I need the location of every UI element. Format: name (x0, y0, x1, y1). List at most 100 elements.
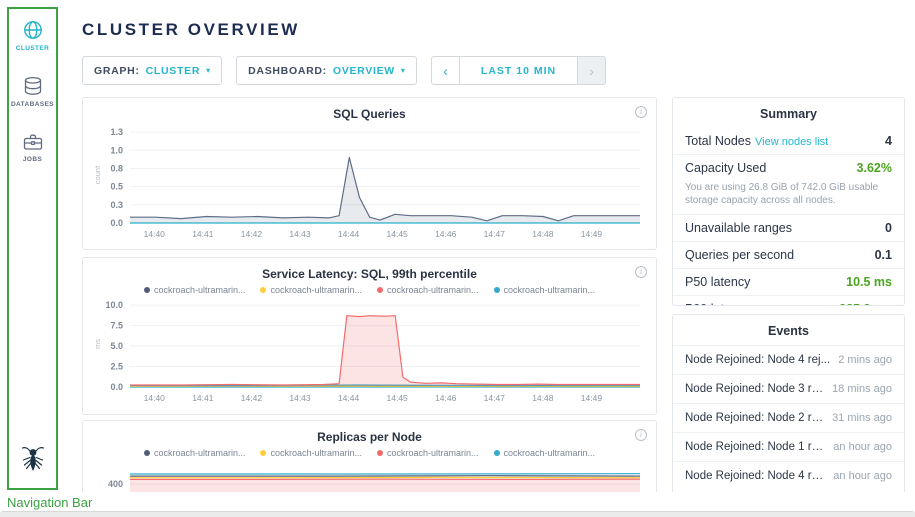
legend-item[interactable]: cockroach-ultramarin... (144, 285, 246, 295)
event-row: Node Rejoined: Node 4 rej... an hour ago (673, 461, 904, 490)
databases-icon (22, 76, 44, 97)
svg-text:400: 400 (107, 479, 122, 489)
graph-dropdown[interactable]: GRAPH: CLUSTER ▾ (82, 56, 222, 85)
replicas-per-node-chart-card: Replicas per Node i cockroach-ultramarin… (82, 420, 657, 492)
svg-text:7.5: 7.5 (110, 321, 123, 331)
event-text[interactable]: Node Rejoined: Node 4 rej... (685, 354, 830, 366)
svg-text:14:45: 14:45 (386, 393, 408, 403)
chart-title: SQL Queries (83, 98, 656, 121)
event-text[interactable]: Node Rejoined: Node 4 rej... (685, 470, 825, 482)
info-icon[interactable]: i (635, 106, 647, 118)
cockroach-icon (20, 444, 46, 473)
legend-dot-icon (260, 450, 266, 456)
svg-text:14:43: 14:43 (289, 393, 311, 403)
event-row: Node Rejoined: Node 3 rej... 18 mins ago (673, 374, 904, 403)
svg-text:0.0: 0.0 (110, 218, 123, 228)
info-icon[interactable]: i (635, 429, 647, 441)
legend-item[interactable]: cockroach-ultramarin... (260, 285, 362, 295)
qps-value: 0.1 (875, 248, 892, 262)
p50-label: P50 latency (685, 275, 750, 289)
svg-text:0.0: 0.0 (110, 382, 123, 392)
chevron-down-icon: ▾ (206, 67, 210, 75)
svg-text:14:40: 14:40 (143, 393, 165, 403)
events-title: Events (673, 315, 904, 345)
chart-legend: cockroach-ultramarin... cockroach-ultrama… (83, 447, 656, 458)
legend-item[interactable]: cockroach-ultramarin... (494, 285, 596, 295)
summary-panel: Summary Total Nodes View nodes list 4 Cap… (672, 97, 905, 306)
capacity-note: You are using 26.8 GiB of 742.0 GiB usab… (673, 181, 904, 214)
cockroachdb-logo[interactable] (20, 444, 46, 478)
time-range-selector: ‹ LAST 10 MIN › (431, 56, 606, 85)
p50-value: 10.5 ms (846, 275, 892, 289)
legend-label: cockroach-ultramarin... (270, 448, 362, 458)
capacity-value: 3.62% (857, 161, 892, 175)
event-text[interactable]: Node Rejoined: Node 3 rej... (685, 383, 824, 395)
svg-text:14:40: 14:40 (143, 229, 165, 239)
event-text[interactable]: Node Rejoined: Node 2 rej... (685, 412, 824, 424)
svg-text:10.0: 10.0 (105, 300, 123, 310)
svg-text:ms: ms (93, 339, 102, 349)
sidebar-item-jobs[interactable]: JOBS (22, 132, 44, 163)
time-range-label[interactable]: LAST 10 MIN (459, 56, 578, 85)
legend-dot-icon (260, 287, 266, 293)
legend-label: cockroach-ultramarin... (387, 448, 479, 458)
page-title: CLUSTER OVERVIEW (82, 20, 300, 40)
legend-dot-icon (144, 450, 150, 456)
summary-row-p99: P99 latency 285.2 ms (673, 295, 904, 306)
svg-text:14:49: 14:49 (580, 393, 602, 403)
events-panel: Events Node Rejoined: Node 4 rej... 2 mi… (672, 314, 905, 492)
dashboard-dropdown[interactable]: DASHBOARD: OVERVIEW ▾ (236, 56, 417, 85)
sidebar-item-databases[interactable]: DATABASES (11, 76, 54, 108)
summary-row-unavailable-ranges: Unavailable ranges 0 (673, 214, 904, 241)
svg-text:14:41: 14:41 (192, 393, 214, 403)
legend-item[interactable]: cockroach-ultramarin... (377, 448, 479, 458)
event-time: 31 mins ago (832, 412, 892, 424)
svg-text:1.3: 1.3 (110, 127, 123, 137)
total-nodes-label: Total Nodes (685, 134, 751, 148)
legend-dot-icon (494, 287, 500, 293)
event-row: Node Rejoined: Node 1 rej... an hour ago (673, 432, 904, 461)
event-row: Node Rejoined: Node 2 rej... 31 mins ago (673, 403, 904, 432)
svg-text:0.5: 0.5 (110, 182, 123, 192)
svg-text:14:47: 14:47 (483, 229, 505, 239)
event-text[interactable]: Node Rejoined: Node 1 rej... (685, 441, 825, 453)
summary-row-capacity: Capacity Used 3.62% (673, 154, 904, 181)
p99-label: P99 latency (685, 302, 750, 306)
legend-dot-icon (377, 287, 383, 293)
summary-title: Summary (673, 98, 904, 128)
sidebar-item-label: JOBS (23, 156, 42, 163)
dashboard-dropdown-label: DASHBOARD: (248, 65, 327, 77)
view-nodes-link[interactable]: View nodes list (755, 136, 828, 148)
svg-text:14:43: 14:43 (289, 229, 311, 239)
svg-text:14:47: 14:47 (483, 393, 505, 403)
sidebar-item-cluster[interactable]: CLUSTER (16, 19, 50, 52)
svg-text:14:45: 14:45 (386, 229, 408, 239)
replicas-per-node-chart: 400 (90, 460, 650, 492)
total-nodes-value: 4 (885, 134, 892, 148)
chart-title: Service Latency: SQL, 99th percentile (83, 258, 656, 281)
summary-row-qps: Queries per second 0.1 (673, 241, 904, 268)
admin-ui: CLUSTER DATABASES JOBS (0, 0, 915, 492)
svg-text:14:48: 14:48 (532, 393, 554, 403)
event-time: an hour ago (833, 441, 892, 453)
legend-item[interactable]: cockroach-ultramarin... (494, 448, 596, 458)
summary-row-p50: P50 latency 10.5 ms (673, 268, 904, 295)
page-bottom-strip (0, 511, 915, 517)
legend-item[interactable]: cockroach-ultramarin... (144, 448, 246, 458)
legend-dot-icon (494, 450, 500, 456)
legend-dot-icon (377, 450, 383, 456)
info-icon[interactable]: i (635, 266, 647, 278)
chart-title: Replicas per Node (83, 421, 656, 444)
graph-dropdown-label: GRAPH: (94, 65, 140, 77)
legend-item[interactable]: cockroach-ultramarin... (377, 285, 479, 295)
legend-label: cockroach-ultramarin... (387, 285, 479, 295)
legend-label: cockroach-ultramarin... (154, 448, 246, 458)
unavailable-ranges-value: 0 (885, 221, 892, 235)
svg-text:14:41: 14:41 (192, 229, 214, 239)
event-time: 18 mins ago (832, 383, 892, 395)
legend-item[interactable]: cockroach-ultramarin... (260, 448, 362, 458)
time-next-button[interactable]: › (577, 56, 606, 85)
navigation-bar: CLUSTER DATABASES JOBS (7, 7, 58, 490)
time-prev-button[interactable]: ‹ (431, 56, 460, 85)
cluster-icon (22, 19, 44, 41)
